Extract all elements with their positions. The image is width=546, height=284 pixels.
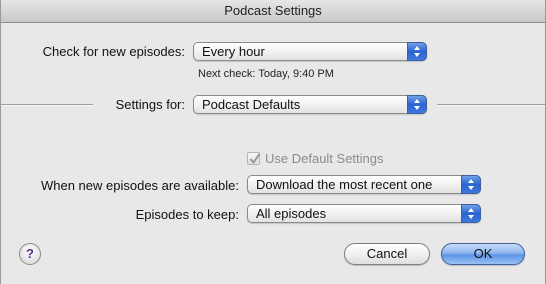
next-check-text: Next check: Today, 9:40 PM: [198, 68, 334, 80]
when-new-popup[interactable]: Download the most recent one: [247, 175, 481, 194]
settings-for-popup[interactable]: Podcast Defaults: [193, 95, 427, 114]
when-new-label: When new episodes are available:: [40, 178, 239, 193]
popup-arrows-icon: [407, 42, 427, 61]
divider-right: [437, 104, 545, 105]
check-frequency-label: Check for new episodes:: [42, 44, 185, 59]
help-button[interactable]: ?: [19, 243, 41, 265]
settings-for-value: Podcast Defaults: [202, 97, 301, 112]
window-title: Podcast Settings: [1, 0, 545, 23]
divider-left: [1, 104, 93, 105]
when-new-value: Download the most recent one: [256, 177, 433, 192]
episodes-to-keep-popup[interactable]: All episodes: [247, 204, 481, 223]
episodes-to-keep-value: All episodes: [256, 206, 327, 221]
ok-button[interactable]: OK: [441, 243, 525, 265]
podcast-settings-dialog: Podcast Settings Check for new episodes:…: [0, 0, 546, 284]
settings-for-label: Settings for:: [115, 97, 185, 112]
popup-arrows-icon: [461, 175, 481, 194]
episodes-to-keep-label: Episodes to keep:: [135, 207, 239, 222]
checkmark-icon: [249, 153, 261, 165]
use-default-settings-label: Use Default Settings: [265, 151, 384, 166]
check-frequency-value: Every hour: [202, 44, 265, 59]
popup-arrows-icon: [461, 204, 481, 223]
use-default-settings-checkbox[interactable]: Use Default Settings: [247, 151, 407, 167]
popup-arrows-icon: [407, 95, 427, 114]
checkbox-box: [247, 152, 261, 165]
check-frequency-popup[interactable]: Every hour: [193, 42, 427, 61]
cancel-button[interactable]: Cancel: [344, 243, 430, 265]
